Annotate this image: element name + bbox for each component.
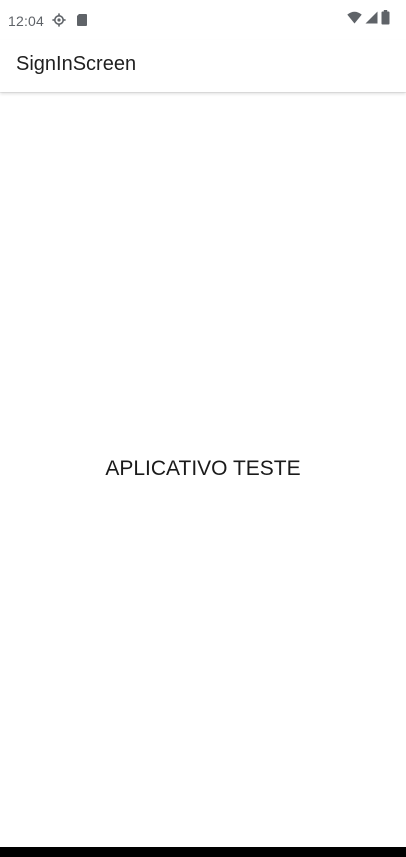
navigation-bar	[0, 847, 406, 857]
settings-icon	[52, 13, 66, 27]
main-content: APLICATIVO TESTE	[0, 92, 406, 847]
wifi-icon	[347, 11, 362, 29]
sign-in-screen: 12:04 SignInScreen APLICATIVO TESTE	[0, 0, 406, 857]
app-bar: SignInScreen	[0, 40, 406, 92]
app-name-text: APLICATIVO TESTE	[105, 457, 301, 480]
signal-icon	[365, 11, 378, 29]
sd-card-icon	[76, 13, 90, 27]
status-right-icons	[347, 10, 390, 30]
status-time: 12:04	[8, 13, 45, 29]
status-bar: 12:04	[0, 0, 406, 40]
battery-icon	[381, 10, 390, 30]
page-title: SignInScreen	[16, 53, 137, 75]
